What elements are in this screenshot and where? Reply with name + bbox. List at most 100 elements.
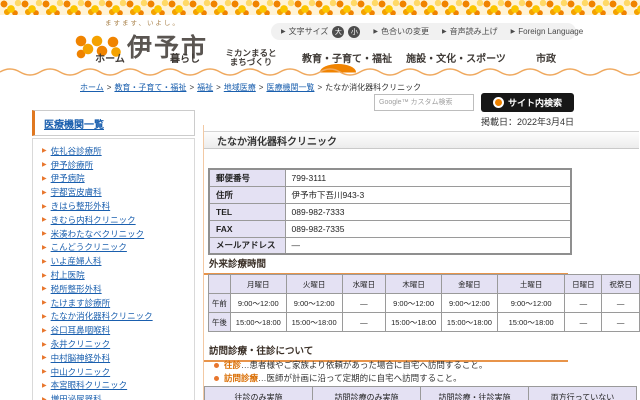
list-item: ▶ 村上医院 [42,268,194,282]
sidebar-clinic-link[interactable]: 増田泌尿器科 [51,393,102,400]
hours-day-header: 土曜日 [496,274,566,294]
info-value-cell: 089-982-7333 [284,202,572,221]
triangle-bullet-icon: ▶ [42,148,47,155]
hours-cell: 15:00〜18:00 [285,312,343,332]
font-large-button[interactable]: 大 [332,25,345,38]
sidebar-clinic-link[interactable]: 伊予診療所 [51,159,94,171]
hours-cell: ― [564,293,603,313]
triangle-icon: ▶ [510,29,516,35]
triangle-bullet-icon: ▶ [42,369,47,376]
triangle-bullet-icon: ▶ [42,189,47,196]
breadcrumb-current: たなか消化器科クリニック [325,83,422,92]
list-item: ▶ 佐礼谷診療所 [42,144,194,158]
triangle-bullet-icon: ▶ [42,341,47,348]
hours-row-label: 午後 [208,312,231,332]
hours-day-header: 月曜日 [229,274,287,294]
breadcrumb-link[interactable]: ホーム [80,83,104,92]
sidebar-clinic-link[interactable]: 本宮眼科クリニック [51,379,128,391]
list-item: ▶ 本宮眼科クリニック [42,379,194,393]
list-item: ▶ きむら内科クリニック [42,213,194,227]
sidebar-clinic-link[interactable]: 中村脳神経外科 [51,352,111,364]
info-value-cell: 799-3111 [284,168,572,187]
visit-type-header: 両方行っていない [528,386,637,400]
table-row: 住所 伊予市下吾川943-3 [208,185,572,204]
hours-cell: 9:00〜12:00 [385,293,443,313]
search-input[interactable] [374,94,474,111]
hours-table: 月曜日 火曜日 水曜日 木曜日 金曜日 土曜日 日曜日 祝祭日 午前 9:00〜12:00 9:00… [208,274,640,332]
sidebar-clinic-link[interactable]: 谷口耳鼻咽喉科 [51,324,111,336]
site-search-button[interactable]: サイト内検索 [481,93,574,112]
hours-section-heading: 外来診療時間 [204,256,568,275]
hours-day-header: 日曜日 [564,274,603,294]
sidebar-clinic-link[interactable]: 税所整形外科 [51,283,102,295]
sidebar-clinic-link[interactable]: きむら内科クリニック [51,214,136,226]
foreign-language-link[interactable]: ▶ Foreign Language [511,27,584,36]
decorative-mandarin-band [0,0,640,15]
hours-row-label: 午前 [208,293,231,313]
table-row: 往診のみ実施 訪問診療のみ実施 訪問診療・往診実施 両方行っていない [204,386,637,400]
sidebar-clinic-link[interactable]: たなか消化器科クリニック [51,310,153,322]
hours-cell: 15:00〜18:00 [496,312,566,332]
hours-cell: ― [601,312,640,332]
page-title: たなか消化器科クリニック [204,131,639,149]
wave-divider [0,64,640,80]
info-label-cell: TEL [208,202,286,221]
list-item: ▶ こんどうクリニック [42,241,194,255]
triangle-bullet-icon: ▶ [42,313,47,320]
triangle-bullet-icon: ▶ [42,396,47,400]
info-value-cell: 伊予市下吾川943-3 [284,185,572,204]
triangle-bullet-icon: ▶ [42,203,47,210]
tts-link[interactable]: ▶ 音声読み上げ [442,26,498,37]
sidebar-clinic-link[interactable]: たけます診療所 [51,297,111,309]
sidebar-clinic-link[interactable]: きはら整形外科 [51,200,111,212]
hours-cell: 9:00〜12:00 [496,293,566,313]
breadcrumb-link[interactable]: 医療機関一覧 [266,83,314,92]
font-small-button[interactable]: 小 [348,25,361,38]
table-row: 午前 9:00〜12:00 9:00〜12:00 ― 9:00〜12:00 9:00〜12… [208,293,640,313]
sidebar-clinic-link[interactable]: こんどうクリニック [51,241,127,253]
sidebar-clinic-link[interactable]: 村上医院 [51,269,85,281]
sidebar-title-link[interactable]: 医療機関一覧 [44,116,104,131]
breadcrumb-link[interactable]: 教育・子育て・福祉 [114,83,186,92]
list-item: ▶ たなか消化器科クリニック [42,310,194,324]
sidebar-clinic-link[interactable]: 宇都宮皮膚科 [51,186,102,198]
list-item: ▶ きはら整形外科 [42,199,194,213]
breadcrumb-separator: > [106,83,112,92]
list-item: ▶ 伊予診療所 [42,158,194,172]
page: ますます、いよし。 伊予市 ▶ 文字サイズ 大 小 ▶ 色合いの変更 ▶ 音声読… [0,0,640,400]
city-tagline: ますます、いよし。 [105,20,181,27]
visit-type-header: 訪問診療・往診実施 [420,386,529,400]
triangle-bullet-icon: ▶ [42,258,47,265]
sidebar-clinic-link[interactable]: 米湊わたなべクリニック [51,228,145,240]
sidebar-clinic-link[interactable]: いよ産婦人科 [51,255,102,267]
sidebar-clinic-link[interactable]: 伊予病院 [51,172,85,184]
hours-cell: ― [341,293,387,313]
color-change-link[interactable]: ▶ 色合いの変更 [373,26,429,37]
hours-day-header [208,274,231,294]
list-item: ▶ 中村脳神経外科 [42,351,194,365]
hours-cell: 15:00〜18:00 [441,312,498,332]
list-item: ▶ 谷口耳鼻咽喉科 [42,323,194,337]
list-item: ▶ 宇都宮皮膚科 [42,185,194,199]
triangle-bullet-icon: ▶ [42,175,47,182]
hours-cell: 9:00〜12:00 [229,293,287,313]
sidebar-clinic-list: ▶ 佐礼谷診療所 ▶ 伊予診療所 ▶ 伊予病院 ▶ 宇都宮皮膚科 ▶ きはら整形外科 ▶ きむら内科ク… [32,138,195,400]
triangle-bullet-icon: ▶ [42,327,47,334]
bullet-icon [214,375,219,381]
sidebar-clinic-link[interactable]: 中山クリニック [51,366,111,378]
breadcrumb-separator: > [189,83,195,92]
table-row: 郵便番号 799-3111 [208,168,572,187]
triangle-bullet-icon: ▶ [42,217,47,224]
sidebar-clinic-link[interactable]: 佐礼谷診療所 [51,145,102,157]
table-row: 午後 15:00〜18:00 15:00〜18:00 ― 15:00〜18:00 15:0… [208,312,640,332]
hours-day-header: 火曜日 [285,274,343,294]
breadcrumb: ホーム > 教育・子育て・福祉 > 福祉 > 地域医療 > 医療機関一覧 > たなか消化器科クリニッ… [80,82,500,93]
hours-cell: 9:00〜12:00 [441,293,498,313]
breadcrumb-link[interactable]: 地域医療 [224,83,256,92]
sidebar-clinic-link[interactable]: 永井クリニック [51,338,111,350]
hours-cell: 15:00〜18:00 [229,312,287,332]
visit-bullet: 往診…患者様やご家族より依頼があった場合に自宅へ訪問すること。 [214,359,639,371]
breadcrumb-separator: > [317,83,323,92]
breadcrumb-link[interactable]: 福祉 [197,83,213,92]
hours-day-header: 金曜日 [441,274,498,294]
